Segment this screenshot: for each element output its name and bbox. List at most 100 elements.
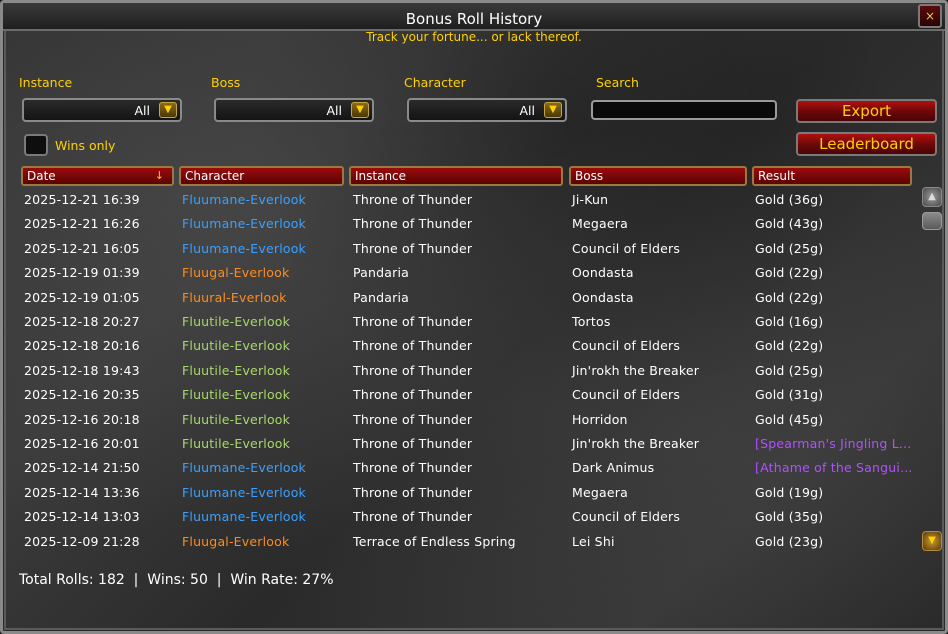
instance-cell: Throne of Thunder: [353, 436, 473, 451]
boss-cell: Jin'rokh the Breaker: [572, 436, 700, 451]
scrollbar-thumb[interactable]: [922, 212, 942, 230]
instance-cell: Throne of Thunder: [353, 362, 473, 378]
column-header-label: Character: [185, 169, 245, 183]
boss-cell: Jin'rokh the Breaker: [572, 362, 700, 378]
character-cell: Fluumane-Everlook: [182, 240, 306, 256]
boss-cell: Council of Elders: [572, 240, 681, 256]
character-dropdown[interactable]: All ▼: [407, 98, 567, 122]
wins-only-checkbox[interactable]: [24, 134, 48, 156]
character-cell: Fluutile-Everlook: [182, 314, 291, 329]
boss-cell: Oondasta: [572, 289, 634, 305]
instance-cell: Throne of Thunder: [353, 338, 473, 354]
result-cell: Gold (22g): [755, 289, 824, 305]
character-cell: Fluugal-Everlook: [182, 533, 290, 549]
instance-dropdown-value: All: [134, 103, 151, 118]
character-cell: Fluumane-Everlook: [182, 216, 306, 232]
close-button[interactable]: ×: [918, 4, 942, 28]
date-cell: 2025-12-21 16:39: [24, 192, 140, 207]
table-row[interactable]: 2025-12-14 13:36 Fluumane-Everlook Throne …: [3, 485, 923, 509]
table-row[interactable]: 2025-12-09 21:28 Fluugal-Everlook Terrace …: [3, 534, 923, 558]
result-cell: Gold (22g): [755, 265, 824, 281]
table-row[interactable]: 2025-12-14 21:50 Fluumane-Everlook Throne …: [3, 460, 923, 484]
window-title: Bonus Roll History: [405, 10, 543, 28]
character-cell: Fluugal-Everlook: [182, 265, 290, 281]
boss-filter-label: Boss: [211, 75, 241, 90]
column-header-instance[interactable]: Instance: [349, 166, 563, 186]
result-cell: Gold (19g): [755, 484, 824, 500]
character-cell: Fluumane-Everlook: [182, 192, 306, 207]
result-cell: Gold (43g): [755, 216, 824, 232]
date-cell: 2025-12-18 20:27: [24, 314, 140, 329]
column-header-label: Result: [758, 169, 796, 183]
column-header-character[interactable]: Character: [179, 166, 344, 186]
boss-cell: Council of Elders: [572, 387, 681, 403]
column-header-boss[interactable]: Boss: [569, 166, 747, 186]
table-row[interactable]: 2025-12-19 01:39 Fluugal-Everlook Pandaria…: [3, 265, 923, 289]
instance-cell: Throne of Thunder: [353, 314, 473, 329]
date-cell: 2025-12-19 01:39: [24, 265, 140, 281]
table-row[interactable]: 2025-12-21 16:05 Fluumane-Everlook Throne …: [3, 241, 923, 265]
date-cell: 2025-12-16 20:18: [24, 411, 140, 427]
table-row[interactable]: 2025-12-18 20:27 Fluutile-Everlook Throne …: [3, 314, 923, 338]
date-cell: 2025-12-18 20:16: [24, 338, 140, 354]
boss-cell: Ji-Kun: [572, 192, 609, 207]
table-row[interactable]: 2025-12-14 13:03 Fluumane-Everlook Throne …: [3, 509, 923, 533]
instance-cell: Throne of Thunder: [353, 460, 473, 476]
column-header-date[interactable]: Date ↓: [21, 166, 174, 186]
table-row[interactable]: 2025-12-16 20:01 Fluutile-Everlook Throne …: [3, 436, 923, 460]
instance-cell: Throne of Thunder: [353, 240, 473, 256]
dropdown-arrow-icon[interactable]: ▼: [351, 102, 369, 118]
date-cell: 2025-12-21 16:05: [24, 240, 140, 256]
result-cell: Gold (31g): [755, 387, 824, 403]
character-cell: Fluumane-Everlook: [182, 460, 306, 476]
table-row[interactable]: 2025-12-21 16:26 Fluumane-Everlook Throne …: [3, 216, 923, 240]
result-cell: Gold (25g): [755, 362, 824, 378]
dropdown-arrow-icon[interactable]: ▼: [544, 102, 562, 118]
close-icon: ×: [924, 9, 936, 23]
column-header-result[interactable]: Result: [752, 166, 912, 186]
character-filter-label: Character: [404, 75, 466, 90]
wins-only-label: Wins only: [55, 138, 116, 153]
boss-cell: Megaera: [572, 484, 628, 500]
date-cell: 2025-12-16 20:35: [24, 387, 140, 403]
boss-cell: Council of Elders: [572, 509, 681, 525]
table-row[interactable]: 2025-12-16 20:35 Fluutile-Everlook Throne …: [3, 387, 923, 411]
result-cell: Gold (22g): [755, 338, 824, 354]
scroll-up-button[interactable]: ▲: [922, 187, 942, 207]
boss-cell: Lei Shi: [572, 533, 615, 549]
leaderboard-button[interactable]: Leaderboard: [796, 132, 937, 156]
boss-dropdown[interactable]: All ▼: [214, 98, 374, 122]
search-label: Search: [596, 75, 639, 90]
character-dropdown-value: All: [519, 103, 536, 118]
date-cell: 2025-12-14 13:03: [24, 509, 140, 525]
result-cell[interactable]: [Spearman's Jingling L...: [755, 436, 911, 451]
result-cell[interactable]: [Athame of the Sangui...: [755, 460, 913, 475]
instance-cell: Throne of Thunder: [353, 192, 473, 207]
character-cell: Fluumane-Everlook: [182, 509, 306, 525]
bonus-roll-history-window: Bonus Roll History × Track your fortune.…: [0, 0, 948, 634]
instance-cell: Pandaria: [353, 265, 410, 281]
character-cell: Fluutile-Everlook: [182, 411, 291, 427]
table-row[interactable]: 2025-12-16 20:18 Fluutile-Everlook Throne …: [3, 412, 923, 436]
date-cell: 2025-12-16 20:01: [24, 436, 140, 451]
table-row[interactable]: 2025-12-21 16:39 Fluumane-Everlook Throne …: [3, 192, 923, 216]
table-row[interactable]: 2025-12-18 20:16 Fluutile-Everlook Throne …: [3, 338, 923, 362]
table-row[interactable]: 2025-12-19 01:05 Fluural-Everlook Pandaria…: [3, 290, 923, 314]
scroll-down-button[interactable]: ▼: [922, 531, 942, 551]
column-header-label: Boss: [575, 169, 604, 183]
column-header-label: Date: [27, 169, 56, 183]
instance-dropdown[interactable]: All ▼: [22, 98, 182, 122]
instance-cell: Throne of Thunder: [353, 216, 473, 232]
export-button[interactable]: Export: [796, 99, 937, 123]
dropdown-arrow-icon[interactable]: ▼: [159, 102, 177, 118]
instance-cell: Throne of Thunder: [353, 484, 473, 500]
window-subtitle: Track your fortune... or lack thereof.: [366, 30, 582, 44]
sort-descending-icon: ↓: [154, 169, 164, 182]
instance-cell: Throne of Thunder: [353, 509, 473, 525]
instance-cell: Throne of Thunder: [353, 387, 473, 403]
result-cell: Gold (16g): [755, 314, 824, 329]
search-input[interactable]: [591, 100, 777, 120]
table-row[interactable]: 2025-12-18 19:43 Fluutile-Everlook Throne …: [3, 363, 923, 387]
character-cell: Fluutile-Everlook: [182, 362, 291, 378]
title-bar[interactable]: Bonus Roll History ×: [3, 3, 945, 31]
